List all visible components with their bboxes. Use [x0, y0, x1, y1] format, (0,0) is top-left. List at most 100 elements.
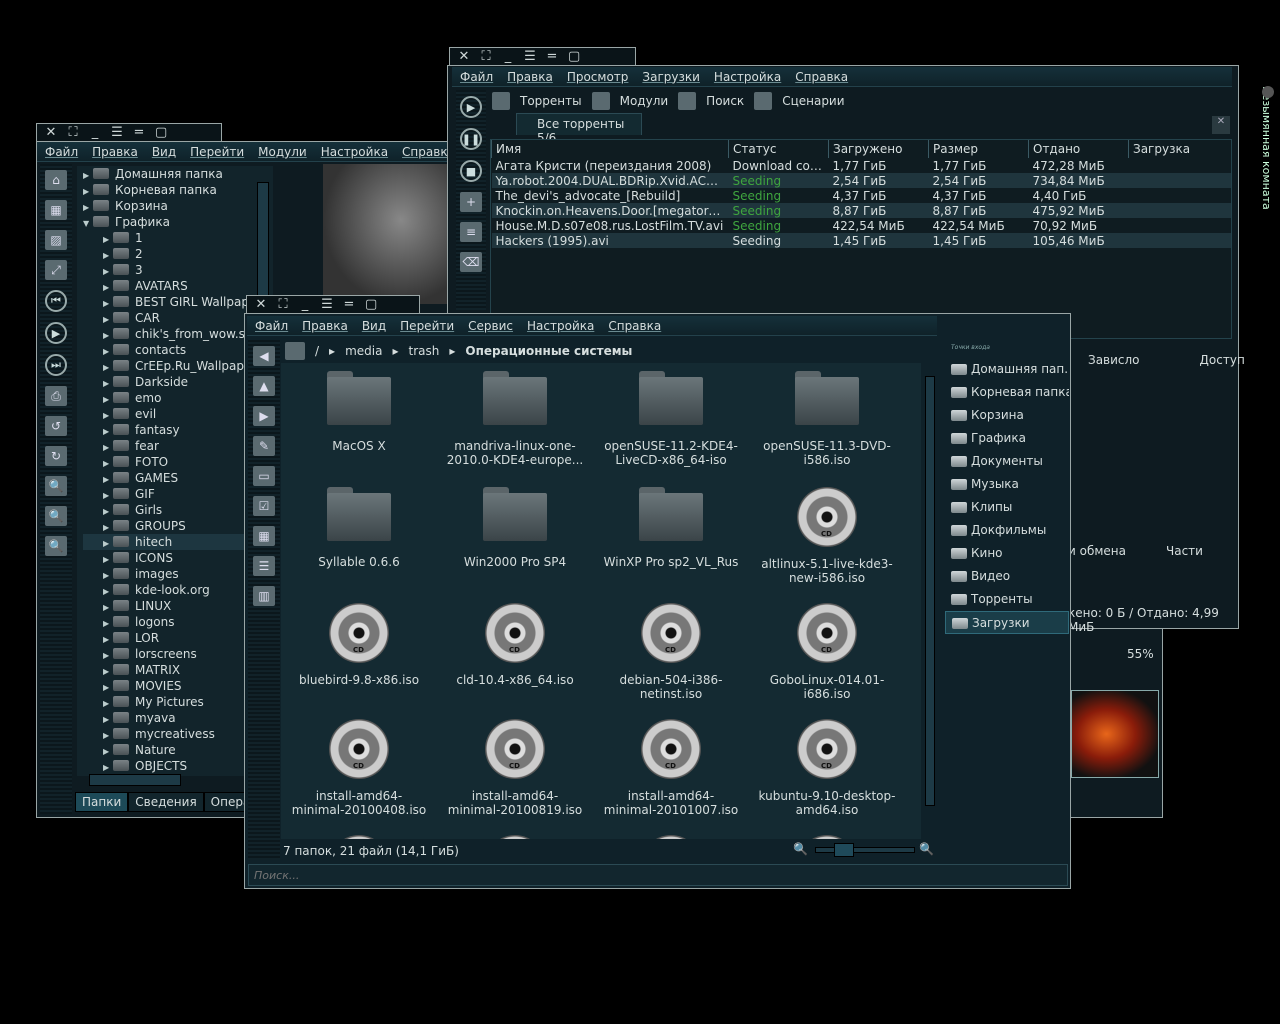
column-header[interactable]: Загрузка	[1128, 140, 1231, 158]
zoom-out-icon[interactable]: 🔍	[45, 476, 67, 496]
pause-icon[interactable]: ❚❚	[460, 128, 482, 150]
toolbar-button[interactable]: Модули	[620, 94, 669, 108]
columns-view-icon[interactable]: ▥	[253, 586, 275, 606]
torrent-row[interactable]: House.M.D.s07e08.rus.LostFilm.TV.avi Seed…	[492, 218, 1232, 233]
menu-3[interactable]: Перейти	[190, 145, 244, 159]
location-icon[interactable]	[285, 342, 305, 360]
place-item[interactable]: Торренты	[945, 588, 1069, 611]
home-icon[interactable]: ⌂	[45, 170, 67, 190]
file-item[interactable]: CD install-amd64- minimal-20101007.iso	[596, 719, 746, 817]
queue-icon[interactable]: ≡	[460, 222, 482, 242]
menu-4[interactable]: Сервис	[468, 319, 513, 333]
place-item[interactable]: Корзина	[945, 404, 1069, 427]
stop-icon[interactable]: ■	[460, 160, 482, 182]
file-item[interactable]: CD GoboLinux-014.01- i686.iso	[752, 603, 902, 701]
torrent-row[interactable]: Hackers (1995).avi Seeding 1,45 ГиБ 1,45 Ги…	[491, 233, 1231, 248]
details-view-icon[interactable]: ☰	[253, 556, 275, 576]
maximize-icon[interactable]: ⛶	[67, 125, 79, 140]
file-item[interactable]: Win2000 Pro SP4	[440, 487, 590, 569]
zoom-out-icon[interactable]: 🔍	[793, 842, 808, 856]
zoom-fit-icon[interactable]: 🔍	[45, 536, 67, 556]
maximize-icon[interactable]: ⛶	[277, 297, 289, 312]
tree-item[interactable]: ▶ 2	[83, 246, 273, 262]
thumbnail-image[interactable]	[1071, 690, 1159, 778]
torrent-row[interactable]: Ya.robot.2004.DUAL.BDRip.Xvid.AC3.-HEL..…	[491, 173, 1231, 188]
restore-icon[interactable]: ▢	[568, 49, 580, 64]
toolbar-button[interactable]: Поиск	[706, 94, 744, 108]
tree-item[interactable]: ▼ Графика	[83, 214, 273, 230]
file-item[interactable]	[596, 835, 746, 839]
print-icon[interactable]: ⎙	[45, 386, 67, 406]
zoom-slider[interactable]	[815, 843, 915, 857]
fullscreen-icon[interactable]: ⤢	[45, 260, 67, 280]
close-icon[interactable]: ✕	[458, 49, 470, 64]
menu-5[interactable]: Настройка	[527, 319, 594, 333]
place-item[interactable]: Загрузки	[945, 611, 1069, 634]
menu-5[interactable]: Справка	[795, 70, 848, 84]
zoom-slider-handle[interactable]	[834, 843, 854, 857]
play-icon[interactable]: ▶	[45, 322, 67, 344]
file-item[interactable]: CD install-amd64- minimal-20100408.iso	[284, 719, 434, 817]
restore-icon[interactable]: ▢	[155, 125, 167, 140]
up-icon[interactable]: ▲	[253, 376, 275, 396]
back-icon[interactable]: ◀	[253, 346, 275, 366]
dolphin-titlebar[interactable]: ✕ ⛶ _ ☰ = ▢	[246, 295, 420, 313]
remove-icon[interactable]: ⌫	[460, 252, 482, 272]
maximize-icon[interactable]: ⛶	[480, 49, 492, 64]
place-item[interactable]: Докфильмы	[945, 519, 1069, 542]
file-item[interactable]: CD bluebird-9.8-x86.iso	[284, 603, 434, 687]
grid-view-icon[interactable]: ▦	[45, 200, 67, 220]
menu-2[interactable]: Вид	[362, 319, 386, 333]
file-item[interactable]: WinXP Pro sp2_VL_Rus	[596, 487, 746, 569]
torrent-row[interactable]: Knockin.on.Heavens.Door.[megatorrents...…	[491, 203, 1231, 218]
column-header[interactable]: Размер	[928, 140, 1029, 158]
tree-item[interactable]: ▶ Корзина	[83, 198, 273, 214]
torrent-row[interactable]: Агата Кристи (переиздания 2008) Download …	[492, 158, 1232, 173]
minimize-icon[interactable]: _	[502, 49, 514, 64]
minimize-icon[interactable]: _	[299, 297, 311, 312]
place-item[interactable]: Документы	[945, 450, 1069, 473]
toolbar-button[interactable]: Сценарии	[782, 94, 844, 108]
tab[interactable]: и обмена	[1068, 544, 1126, 558]
menu-1[interactable]: Правка	[507, 70, 553, 84]
column-header[interactable]: Имя	[491, 140, 729, 158]
menu-0[interactable]: Файл	[460, 70, 493, 84]
file-item[interactable]: CD altlinux-5.1-live-kde3- new-i586.iso	[752, 487, 902, 585]
restore-icon[interactable]: ▢	[365, 297, 377, 312]
breadcrumb-item[interactable]: media	[345, 344, 382, 358]
tree-item[interactable]: ▶ Домашняя папка	[83, 166, 273, 182]
shade-icon[interactable]: ☰	[524, 49, 536, 64]
keep-above-icon[interactable]: =	[343, 297, 355, 312]
close-tab-icon[interactable]: ✕	[1212, 116, 1230, 134]
file-item[interactable]	[284, 835, 434, 839]
tab-1[interactable]: Сведения	[128, 792, 204, 812]
file-item[interactable]: Syllable 0.6.6	[284, 487, 434, 569]
zoom-in-icon[interactable]: 🔍	[919, 842, 934, 856]
shade-icon[interactable]: ☰	[321, 297, 333, 312]
place-item[interactable]: Клипы	[945, 496, 1069, 519]
tree-hscrollbar[interactable]	[89, 774, 181, 786]
keep-above-icon[interactable]: =	[133, 125, 145, 140]
tree-item[interactable]: ▶ AVATARS	[83, 278, 273, 294]
column-header[interactable]: Доступ	[1200, 353, 1245, 367]
close-icon[interactable]: ✕	[45, 125, 57, 140]
place-item[interactable]: Видео	[945, 565, 1069, 588]
last-icon[interactable]: ⏭	[45, 354, 67, 376]
torrent-row[interactable]: The_devi's_advocate_[Rebuild] Seeding 4,37…	[492, 188, 1232, 203]
place-item[interactable]: Кино	[945, 542, 1069, 565]
file-item[interactable]: CD install-amd64- minimal-20100819.iso	[440, 719, 590, 817]
menu-0[interactable]: Файл	[255, 319, 288, 333]
left-window-titlebar[interactable]: ✕ ⛶ _ ☰ = ▢	[36, 123, 222, 141]
start-icon[interactable]: ▶	[460, 96, 482, 118]
place-item[interactable]: Графика	[945, 427, 1069, 450]
menu-4[interactable]: Настройка	[714, 70, 781, 84]
menu-6[interactable]: Справка	[608, 319, 661, 333]
first-icon[interactable]: ⏮	[45, 290, 67, 312]
tree-item[interactable]: ▶ Корневая папка	[83, 182, 273, 198]
tab[interactable]: Части	[1166, 544, 1203, 558]
image-icon[interactable]: ▨	[45, 230, 67, 250]
file-item[interactable]	[752, 835, 902, 839]
menu-1[interactable]: Правка	[92, 145, 138, 159]
file-item[interactable]: MacOS X	[284, 371, 434, 453]
search-input[interactable]	[248, 864, 1068, 886]
